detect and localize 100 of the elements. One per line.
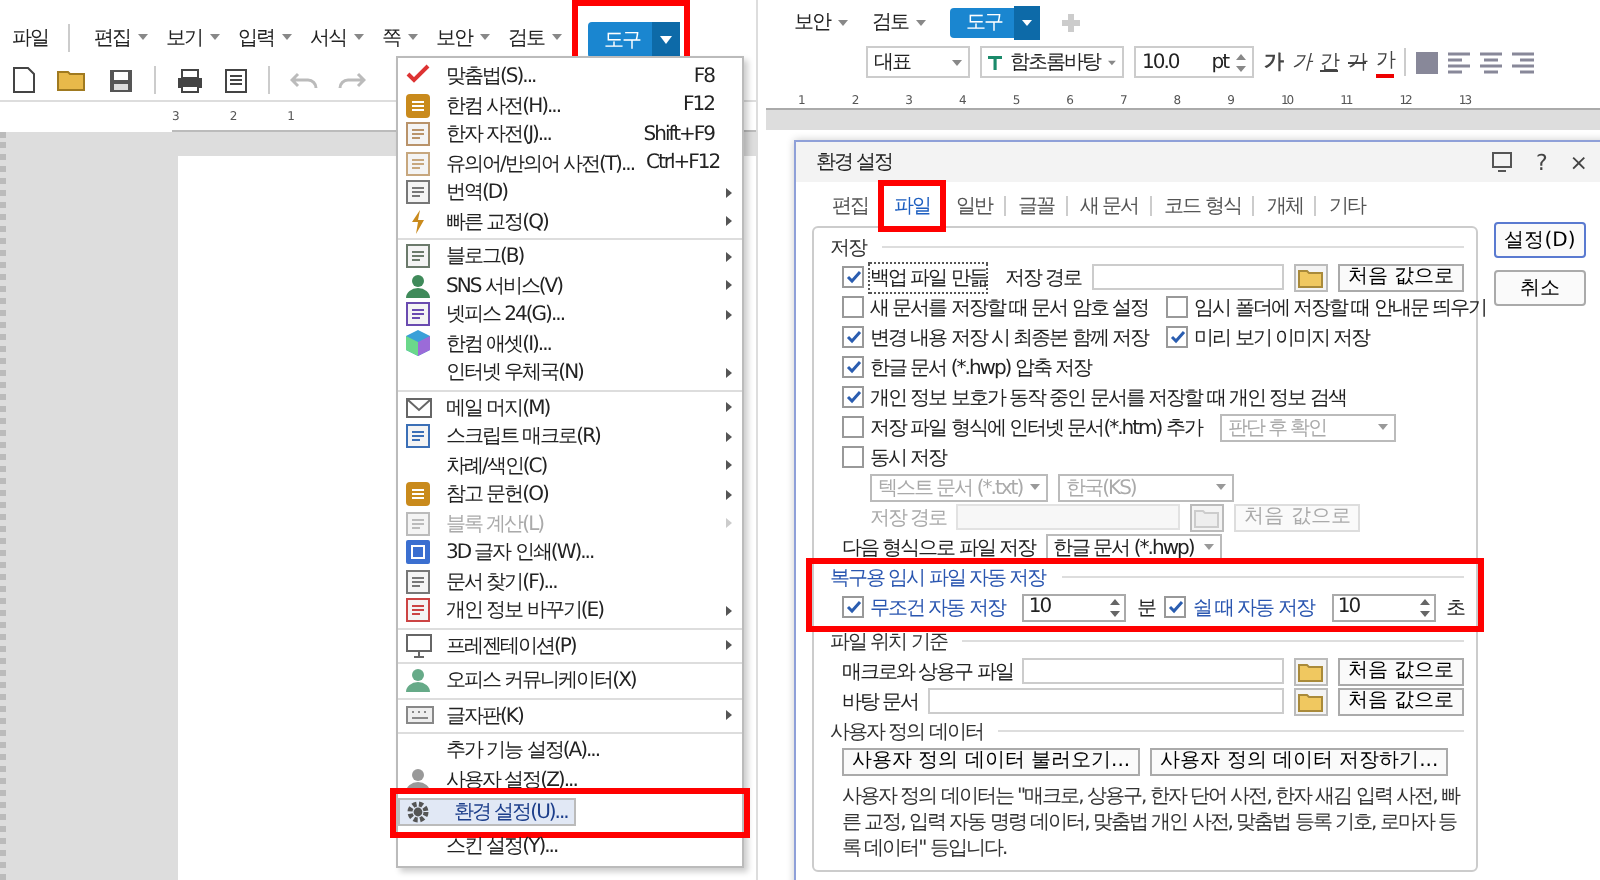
menu-item[interactable]: 쪽 [382,23,418,51]
menu-item[interactable]: 스킨 설정(Y)... [398,832,742,861]
folder-icon[interactable] [56,68,88,92]
title-bar-button[interactable]: ? [1535,149,1546,175]
checkbox-label[interactable]: 한글 문서 (*.hwp) 압축 저장 [870,353,1092,381]
dialog-button[interactable]: 설정(D) [1494,222,1586,258]
menu-item[interactable]: 맞춤법(S)... F8 [398,62,742,91]
title-bar-button[interactable]: × [1569,149,1586,175]
checkbox[interactable] [842,326,864,348]
menu-item[interactable]: 차례/색인(C) [398,451,742,480]
menu-item[interactable]: 입력 [238,23,292,51]
print-icon[interactable] [176,67,204,93]
menu-item[interactable]: 검토 [508,23,562,51]
number-field[interactable]: 10 [1331,593,1436,621]
tab[interactable]: 일반 [944,192,1004,220]
input-field[interactable] [928,688,1284,714]
checkbox-label[interactable]: 새 문서를 저장할 때 문서 암호 설정 [870,293,1149,321]
align-center-icon[interactable] [1480,51,1502,73]
input-field[interactable] [1022,658,1284,684]
checkbox[interactable] [842,386,864,408]
checkbox-label[interactable]: 동시 저장 [870,443,947,471]
align-right-icon[interactable] [1512,51,1534,73]
menu-item[interactable]: 검토 [872,8,926,36]
dialog-button[interactable]: 처음 값으로 [1337,657,1464,685]
tab[interactable]: 글꼴 [1006,192,1066,220]
tab[interactable]: 새 문서 [1068,192,1151,220]
menu-item[interactable]: 글자판(K) [398,701,742,730]
menu-item[interactable]: 문서 찾기(F)... [398,567,742,596]
checkbox[interactable] [842,296,864,318]
menu-item[interactable]: 넷피스 24(G)... [398,300,742,329]
tab[interactable]: 파일 [882,192,942,220]
checkbox[interactable] [1166,296,1189,318]
tab[interactable]: 코드 형식 [1152,192,1253,220]
checkbox-label[interactable]: 임시 폴더에 저장할 때 안내문 띄우기 [1194,293,1486,321]
menu-item[interactable]: 스크립트 매크로(R) [398,422,742,451]
format-button[interactable]: 가 [1348,48,1366,76]
menu-item[interactable]: 환경 설정(U)... [398,798,576,826]
menu-item[interactable]: 편집 [94,23,148,51]
menu-item[interactable]: 오피스 커뮤니케이터(X) [398,666,742,695]
align-left-icon[interactable] [1448,51,1470,73]
checkbox[interactable] [1166,326,1189,348]
menu-item[interactable]: 인터넷 우체국(N) [398,358,742,387]
dialog-button[interactable]: 처음 값으로 [1337,263,1464,291]
menu-item[interactable]: 번역(D) [398,178,742,207]
menu-item[interactable]: 유의어/반의어 사전(T)... Ctrl+F12 [398,149,742,178]
checkbox[interactable] [1164,596,1187,618]
input-field[interactable] [1091,264,1284,290]
dialog-button[interactable]: 처음 값으로 [1337,687,1464,715]
browse-button[interactable] [1293,263,1328,291]
menu-item[interactable]: 메일 머지(M) [398,393,742,422]
checkbox[interactable] [842,446,864,468]
format-button[interactable]: 가 [1292,48,1310,76]
menu-item[interactable]: 프레젠테이션(P) [398,631,742,660]
dropdown[interactable]: 한글 문서 (*.hwp) [1045,533,1222,561]
checkbox[interactable] [842,266,864,288]
dialog-button[interactable]: 취소 [1494,270,1586,306]
menu-item[interactable]: 사용자 설정(Z)... [398,765,742,794]
font-size-field[interactable]: 10.0 pt [1134,46,1254,78]
style-dropdown[interactable]: 대표 [866,46,970,78]
checkbox-label[interactable]: 변경 내용 저장 시 최종본 함께 저장 [870,323,1149,351]
new-document-icon[interactable] [12,66,36,94]
menu-item[interactable]: 파일 [12,23,48,51]
redo-icon[interactable] [338,70,366,90]
number-field[interactable]: 10 [1022,593,1127,621]
window-icon[interactable] [1491,152,1512,172]
menu-item[interactable]: 보안 [436,23,490,51]
format-button[interactable]: 간 [1320,48,1338,76]
menu-item[interactable]: 한자 자전(J)... Shift+F9 [398,120,742,149]
dialog-button[interactable]: 사용자 정의 데이터 불러오기... [842,747,1141,775]
menu-button[interactable]: 도구 [588,22,680,58]
browse-button[interactable] [1293,687,1328,715]
checkbox[interactable] [842,416,864,438]
menu-item[interactable]: 한컴 사전(H)... F12 [398,91,742,120]
checkbox[interactable] [842,596,864,618]
menu-item[interactable]: 한컴 애셋(I)... [398,329,742,358]
menu-item[interactable]: 참고 문헌(O) [398,480,742,509]
format-button[interactable]: 가 [1264,48,1282,76]
checkbox-label[interactable]: 미리 보기 이미지 저장 [1194,323,1370,351]
menu-item[interactable]: 보기 [166,23,220,51]
checkbox-label[interactable]: 무조건 자동 저장 [870,593,1005,621]
browse-button[interactable] [1293,657,1328,685]
menu-item[interactable]: 보안 [794,8,848,36]
menu-item[interactable]: 빠른 교정(Q) [398,207,742,236]
font-dropdown[interactable]: 함초롬바탕 [980,46,1124,78]
dialog-button[interactable]: 사용자 정의 데이터 저장하기... [1150,747,1449,775]
checkbox-label[interactable]: 백업 파일 만듦 [870,263,987,291]
undo-icon[interactable] [290,70,318,90]
menu-item[interactable]: 블로그(B) [398,242,742,271]
save-icon[interactable] [108,67,134,93]
menu-item[interactable]: 개인 정보 바꾸기(E) [398,596,742,625]
menu-button[interactable]: 도구 [950,7,1040,37]
checkbox-label[interactable]: 개인 정보 보호가 동작 중인 문서를 저장할 때 개인 정보 검색 [870,383,1346,411]
menu-item[interactable]: 추가 기능 설정(A)... [398,736,742,765]
menu-item[interactable]: 서식 [310,23,364,51]
menu-item[interactable]: 3D 글자 인쇄(W)... [398,538,742,567]
tab[interactable]: 편집 [820,192,880,220]
preview-icon[interactable] [224,67,248,93]
tab[interactable]: 개체 [1254,192,1315,220]
align-justify-icon[interactable] [1416,51,1438,73]
checkbox-label[interactable]: 저장 파일 형식에 인터넷 문서(*.htm) 추가 [870,413,1202,441]
